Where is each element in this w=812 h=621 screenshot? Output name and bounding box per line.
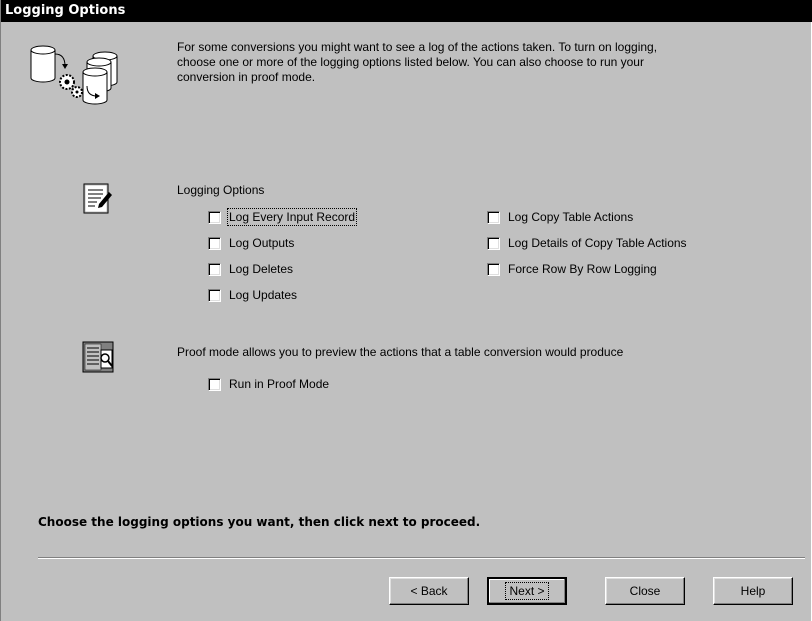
help-button[interactable]: Help — [713, 577, 793, 605]
checkbox-box[interactable] — [208, 288, 221, 302]
checkbox-box[interactable] — [208, 262, 221, 276]
help-button-label: Help — [740, 584, 766, 598]
window-title: Logging Options — [1, 0, 812, 22]
footer-divider — [38, 557, 805, 559]
proof-mode-description: Proof mode allows you to preview the act… — [177, 345, 624, 359]
checkbox-box[interactable] — [208, 210, 221, 224]
checkbox-box[interactable] — [487, 262, 500, 276]
intro-line-2: choose one or more of the logging option… — [177, 55, 644, 69]
checkbox-label: Force Row By Row Logging — [508, 262, 657, 276]
logging-options-dialog: Logging Options For some conversions you… — [0, 0, 812, 621]
checkbox-label: Log Deletes — [229, 262, 294, 276]
document-magnifier-icon — [81, 340, 115, 374]
next-button[interactable]: Next > — [487, 577, 567, 605]
instruction-text: Choose the logging options you want, the… — [38, 515, 481, 529]
intro-line-3: conversion in proof mode. — [177, 70, 316, 84]
database-conversion-icon — [23, 40, 123, 110]
run-in-proof-mode-checkbox[interactable]: Run in Proof Mode — [208, 377, 329, 391]
log-updates-checkbox[interactable]: Log Updates — [208, 288, 297, 302]
log-details-copy-table-actions-checkbox[interactable]: Log Details of Copy Table Actions — [487, 236, 687, 250]
checkbox-label: Log Details of Copy Table Actions — [508, 236, 687, 250]
checkbox-label: Run in Proof Mode — [229, 377, 330, 391]
logging-options-heading: Logging Options — [177, 183, 265, 197]
log-outputs-checkbox[interactable]: Log Outputs — [208, 236, 294, 250]
checkbox-box[interactable] — [487, 210, 500, 224]
document-pen-icon — [81, 182, 115, 216]
checkbox-box[interactable] — [487, 236, 500, 250]
next-button-label: Next > — [505, 582, 549, 600]
checkbox-label: Log Every Input Record — [226, 208, 358, 226]
back-button[interactable]: < Back — [389, 577, 469, 605]
checkbox-label: Log Copy Table Actions — [508, 210, 634, 224]
checkbox-label: Log Outputs — [229, 236, 295, 250]
checkbox-box[interactable] — [208, 236, 221, 250]
checkbox-label: Log Updates — [229, 288, 298, 302]
checkbox-box[interactable] — [208, 377, 221, 391]
intro-text: For some conversions you might want to s… — [177, 40, 777, 85]
log-copy-table-actions-checkbox[interactable]: Log Copy Table Actions — [487, 210, 633, 224]
close-button-label: Close — [629, 584, 661, 598]
intro-line-1: For some conversions you might want to s… — [177, 40, 658, 54]
log-deletes-checkbox[interactable]: Log Deletes — [208, 262, 293, 276]
back-button-label: < Back — [410, 584, 448, 598]
close-button[interactable]: Close — [605, 577, 685, 605]
force-row-by-row-logging-checkbox[interactable]: Force Row By Row Logging — [487, 262, 657, 276]
log-every-input-record-checkbox[interactable]: Log Every Input Record — [208, 208, 358, 226]
